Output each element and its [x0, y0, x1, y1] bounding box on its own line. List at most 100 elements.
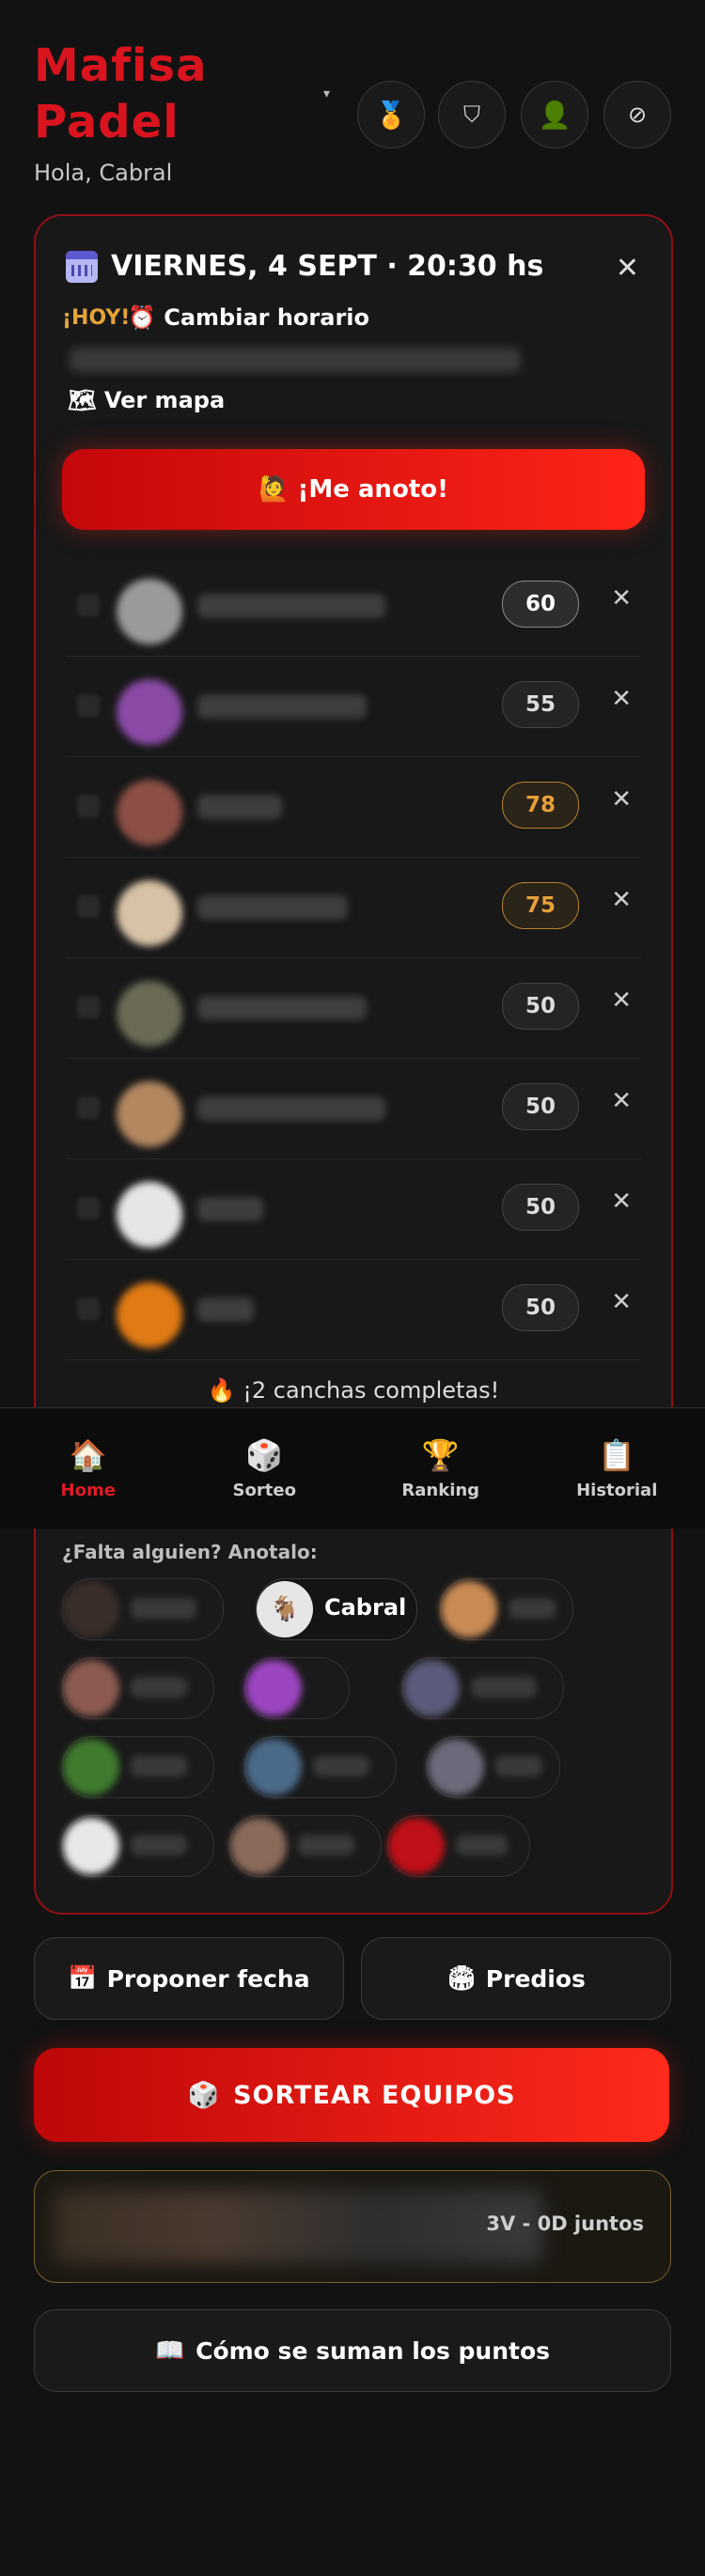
player-row: 50 ✕ — [66, 1159, 641, 1260]
shield-icon: ⛉ — [463, 101, 480, 128]
drag-handle-icon[interactable] — [77, 1096, 100, 1119]
player-chip-name — [131, 1835, 187, 1855]
shield-button[interactable]: ⛉ — [438, 81, 506, 148]
courts-status: 🔥 ¡2 canchas completas! — [207, 1377, 500, 1404]
player-chip-name — [509, 1598, 556, 1619]
venue-address-blurred — [70, 348, 521, 372]
player-row: 55 ✕ — [66, 657, 641, 757]
player-chip[interactable] — [62, 1815, 214, 1877]
drag-handle-icon[interactable] — [77, 795, 100, 817]
close-icon[interactable]: ✕ — [616, 252, 639, 285]
player-name-blurred — [197, 795, 282, 819]
app-title: Mafisa Padel — [34, 38, 207, 150]
nav-sorteo-label: Sorteo — [232, 1480, 296, 1500]
player-chip[interactable] — [387, 1815, 530, 1877]
greeting: Hola, Cabral — [34, 160, 173, 186]
calendar-icon — [66, 250, 98, 283]
remove-icon[interactable]: ✕ — [611, 1087, 632, 1115]
player-row: 75 ✕ — [66, 858, 641, 958]
remove-icon[interactable]: ✕ — [611, 886, 632, 914]
join-match-button[interactable]: 🙋 ¡Me anoto! — [62, 449, 645, 530]
group-dropdown-caret[interactable]: ▾ — [323, 86, 330, 101]
how-points-button[interactable]: 📖 Cómo se suman los puntos — [34, 2309, 671, 2392]
app-title-line1: Mafisa — [34, 39, 208, 92]
calendar-icon: 📅 — [68, 1964, 98, 1992]
player-points: 50 — [502, 1184, 579, 1231]
player-name-blurred — [197, 1096, 385, 1121]
player-chip[interactable] — [427, 1736, 560, 1798]
change-time-button[interactable]: ⏰ Cambiar horario — [128, 304, 369, 331]
remove-icon[interactable]: ✕ — [611, 986, 632, 1015]
medal-button[interactable]: 🏅 — [357, 81, 425, 148]
player-name-blurred — [197, 996, 367, 1020]
player-chip[interactable] — [440, 1578, 573, 1640]
player-chip-name — [298, 1835, 354, 1855]
propose-date-label: Proponer fecha — [106, 1964, 310, 1993]
player-row: 50 ✕ — [66, 1059, 641, 1159]
app-title-line2: Padel — [34, 96, 180, 148]
trophy-icon: 🏆 — [421, 1436, 460, 1473]
view-map-link[interactable]: 🗺 Ver mapa — [68, 387, 225, 413]
player-chip[interactable] — [402, 1657, 564, 1719]
medal-icon: 🏅 — [374, 99, 408, 131]
user-icon: 👤 — [538, 99, 572, 131]
logout-button[interactable]: ⊘ — [603, 81, 671, 148]
player-row: 78 ✕ — [66, 757, 641, 858]
avatar — [117, 1081, 182, 1147]
drag-handle-icon[interactable] — [77, 694, 100, 717]
remove-icon[interactable]: ✕ — [611, 1187, 632, 1216]
remove-icon[interactable]: ✕ — [611, 685, 632, 713]
predios-button[interactable]: 🏟 Predios — [361, 1937, 671, 2020]
player-name-blurred — [197, 1297, 254, 1322]
match-card: VIERNES, 4 SEPT · 20:30 hs ✕ ¡HOY! ⏰ Cam… — [34, 214, 673, 1915]
avatar — [428, 1739, 484, 1795]
player-chip[interactable] — [62, 1657, 214, 1719]
nav-ranking[interactable]: 🏆 Ranking — [352, 1408, 529, 1529]
remove-icon[interactable]: ✕ — [611, 584, 632, 613]
nav-sorteo[interactable]: 🎲 Sorteo — [177, 1408, 353, 1529]
player-points: 50 — [502, 1284, 579, 1331]
player-chip[interactable] — [244, 1736, 397, 1798]
home-icon: 🏠 — [69, 1436, 107, 1473]
draw-teams-button[interactable]: 🎲 SORTEAR EQUIPOS — [34, 2048, 669, 2142]
duo-stat: 3V - 0D juntos — [486, 2212, 644, 2235]
drag-handle-icon[interactable] — [77, 1197, 100, 1219]
player-name-blurred — [197, 694, 367, 719]
drag-handle-icon[interactable] — [77, 594, 100, 616]
avatar — [388, 1818, 445, 1874]
drag-handle-icon[interactable] — [77, 996, 100, 1018]
player-points: 78 — [502, 782, 579, 829]
avatar — [230, 1818, 287, 1874]
player-chip[interactable] — [229, 1815, 382, 1877]
player-points: 50 — [502, 983, 579, 1030]
avatar — [441, 1581, 497, 1637]
player-chip-cabral[interactable]: 🐐 Cabral — [256, 1578, 417, 1640]
goat-icon: 🐐 — [257, 1581, 313, 1637]
drag-handle-icon[interactable] — [77, 1297, 100, 1320]
how-points-label: Cómo se suman los puntos — [196, 2336, 551, 2365]
best-duo-card[interactable]: 3V - 0D juntos — [34, 2170, 671, 2283]
player-name-blurred — [197, 594, 385, 618]
avatar — [403, 1660, 460, 1716]
remove-icon[interactable]: ✕ — [611, 785, 632, 814]
dice-icon: 🎲 — [245, 1436, 284, 1473]
player-chip-name — [131, 1677, 187, 1698]
remove-icon[interactable]: ✕ — [611, 1288, 632, 1316]
player-chip-name — [456, 1835, 508, 1855]
stadium-icon: 🏟 — [446, 1964, 477, 1992]
drag-handle-icon[interactable] — [77, 895, 100, 918]
nav-historial[interactable]: 📋 Historial — [529, 1408, 705, 1529]
player-points: 55 — [502, 681, 579, 728]
player-chip-name: Cabral — [324, 1594, 407, 1621]
player-chip-name — [131, 1598, 196, 1619]
nav-ranking-label: Ranking — [401, 1480, 480, 1500]
nav-home[interactable]: 🏠 Home — [0, 1408, 177, 1529]
player-chip[interactable] — [62, 1578, 224, 1640]
player-chip[interactable] — [62, 1736, 214, 1798]
propose-date-button[interactable]: 📅 Proponer fecha — [34, 1937, 344, 2020]
avatar — [117, 780, 182, 846]
match-date-label: VIERNES, 4 SEPT · 20:30 hs — [111, 250, 544, 283]
player-chip[interactable] — [244, 1657, 350, 1719]
match-date: VIERNES, 4 SEPT · 20:30 hs — [66, 250, 543, 283]
profile-button[interactable]: 👤 — [521, 81, 588, 148]
